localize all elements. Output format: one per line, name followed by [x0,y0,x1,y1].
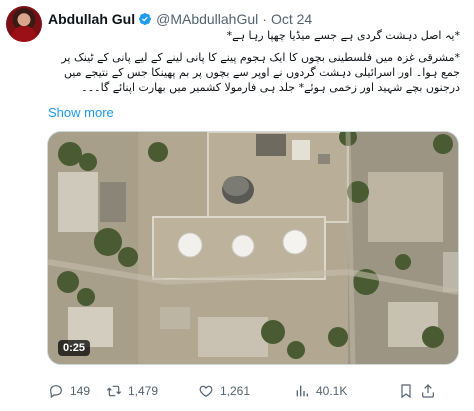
tweet-header: Abdullah Gul @MAbdullahGul · Oct 24 [48,10,312,28]
views-icon [296,385,308,397]
water-tank-large [222,176,254,204]
avatar[interactable] [6,6,42,42]
reply-button[interactable]: 149 [48,383,106,399]
share-icon [422,384,434,398]
show-more-link[interactable]: Show more [48,105,114,120]
like-button[interactable]: 1,261 [198,383,286,399]
share-button[interactable] [420,383,436,399]
author-handle[interactable]: @MAbdullahGul [156,11,258,27]
retweet-button[interactable]: 1,479 [106,383,188,399]
views-count: 40.1K [316,384,348,398]
video-media[interactable]: 0:25 [47,131,459,365]
bookmark-button[interactable] [398,383,414,399]
tweet-actions: 149 1,479 1,261 40.1K [48,382,466,400]
video-duration: 0:25 [58,340,91,356]
tweet-text-paragraph-1: *یہ اصل دہشت گردی ہے جسے میڈیا چھپا رہا … [226,29,460,42]
like-icon [199,385,213,398]
tweet-date[interactable]: Oct 24 [271,11,312,27]
like-count: 1,261 [220,384,251,398]
retweet-count: 1,479 [128,384,159,398]
reply-count: 149 [70,384,91,398]
bookmark-icon [401,384,411,399]
views-button[interactable]: 40.1K [294,383,378,399]
author-name[interactable]: Abdullah Gul [48,11,135,27]
tweet[interactable]: Abdullah Gul @MAbdullahGul · Oct 24 *یہ … [0,0,474,411]
video-thumbnail [48,132,458,364]
retweet-icon [106,385,122,397]
verified-badge-icon [139,13,152,25]
header-separator: · [262,11,267,27]
tweet-text-paragraph-2: *مشرقی غزہ میں فلسطینی بچوں کا ایک ہجوم … [61,51,460,94]
tweet-text: *یہ اصل دہشت گردی ہے جسے میڈیا چھپا رہا … [48,28,460,95]
reply-icon [50,385,62,399]
